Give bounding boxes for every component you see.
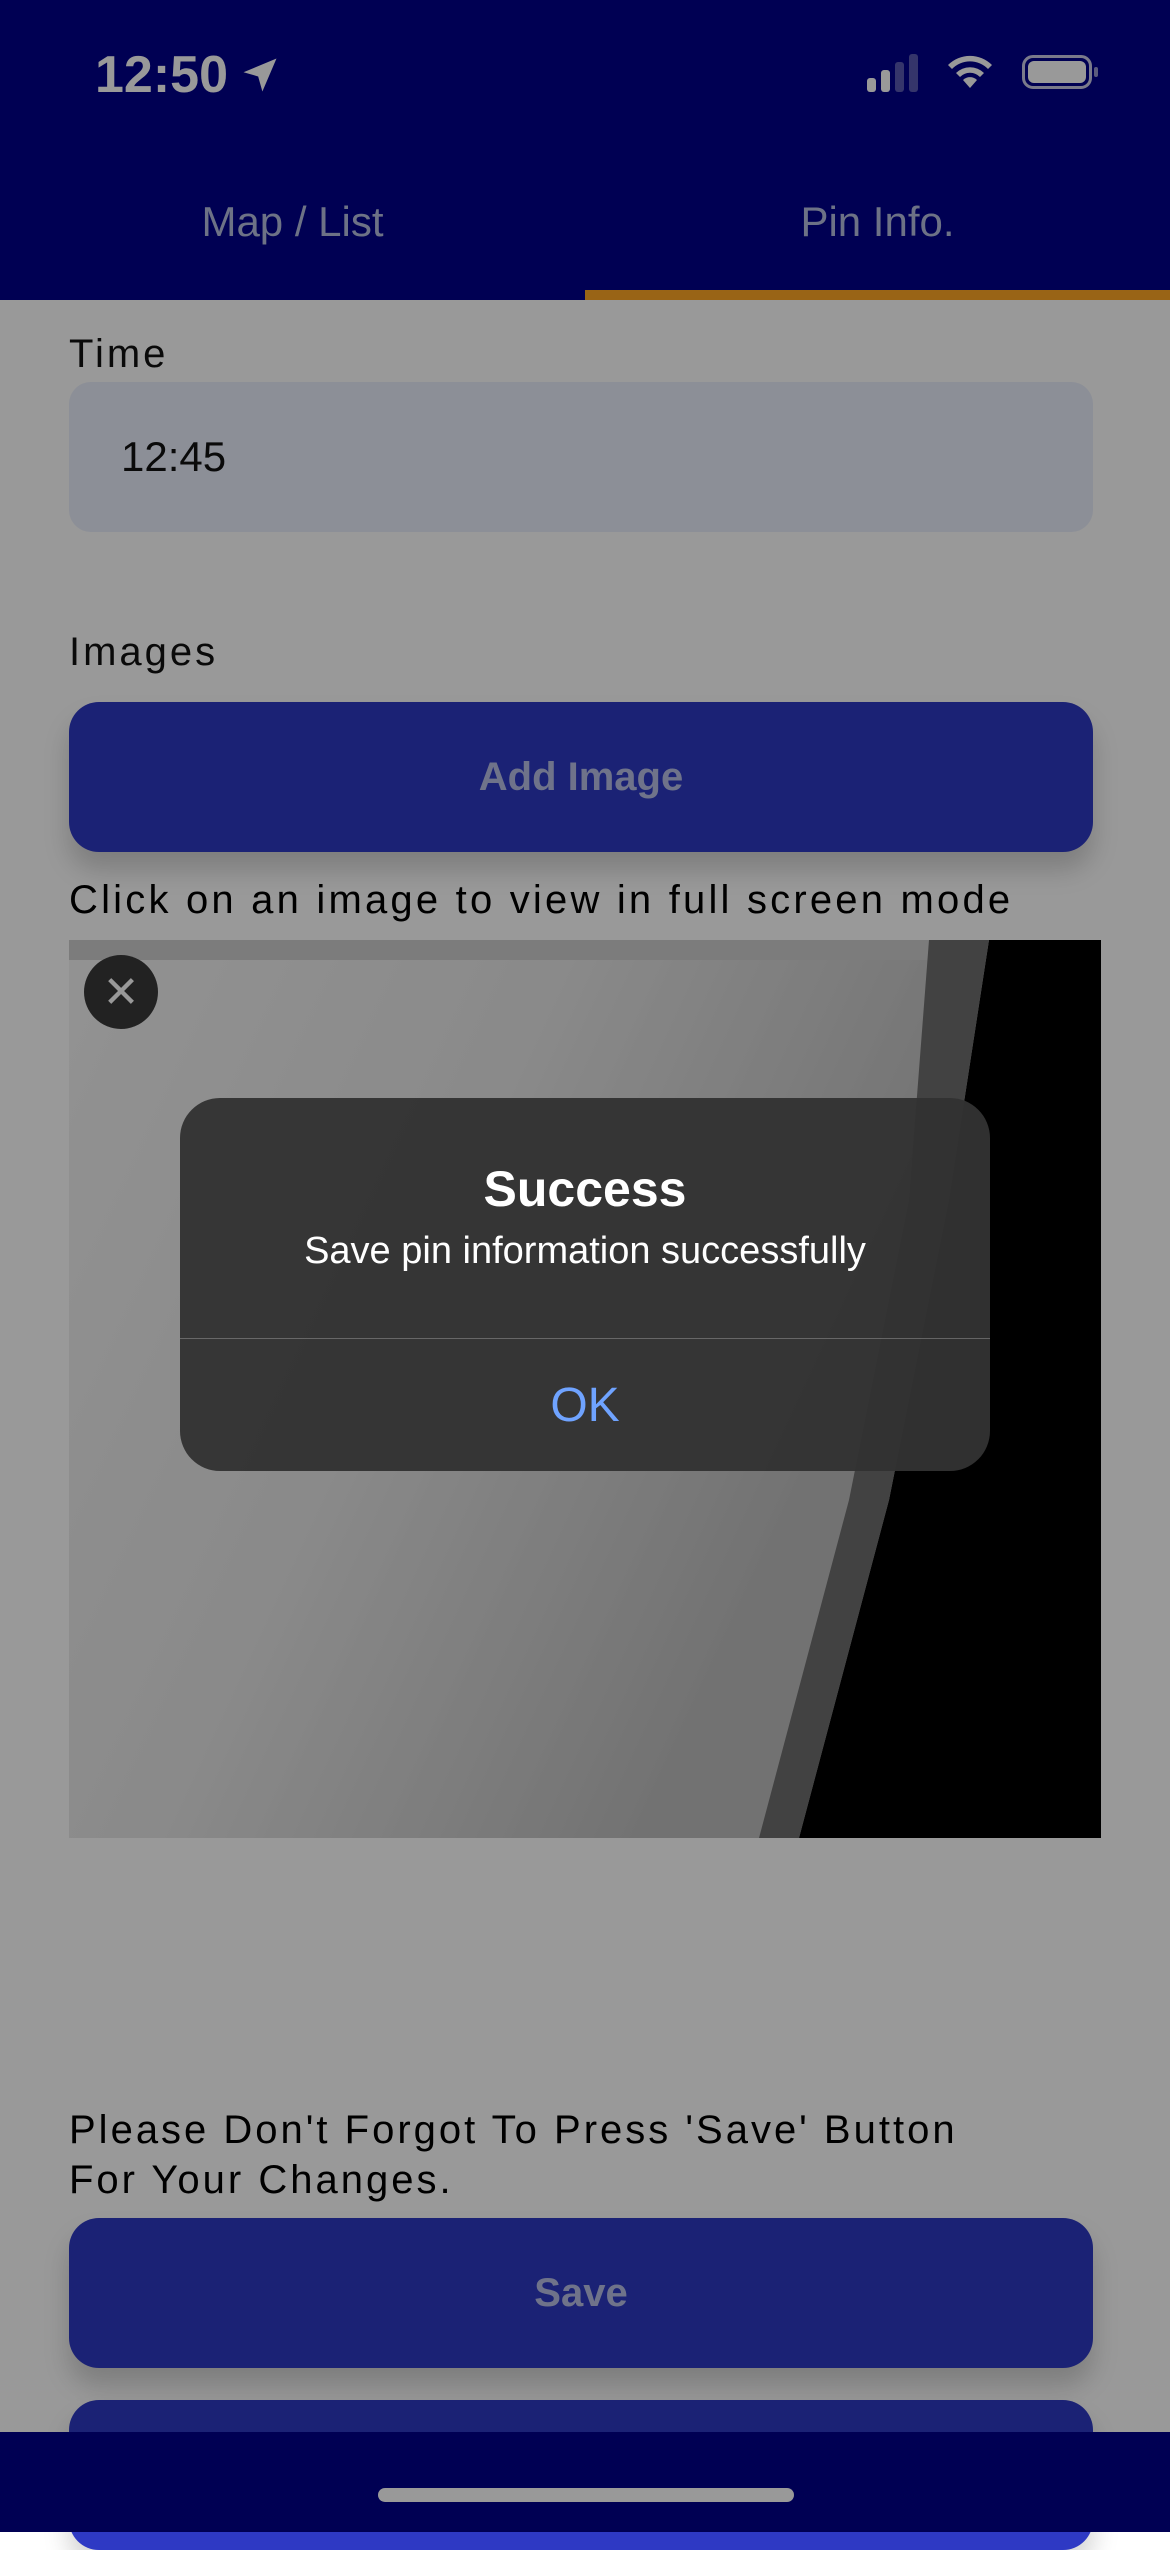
- ok-button[interactable]: OK: [180, 1339, 990, 1471]
- alert-message: Save pin information successfully: [304, 1230, 866, 1272]
- success-alert-dialog: Success Save pin information successfull…: [180, 1098, 990, 1471]
- alert-title: Success: [483, 1161, 687, 1217]
